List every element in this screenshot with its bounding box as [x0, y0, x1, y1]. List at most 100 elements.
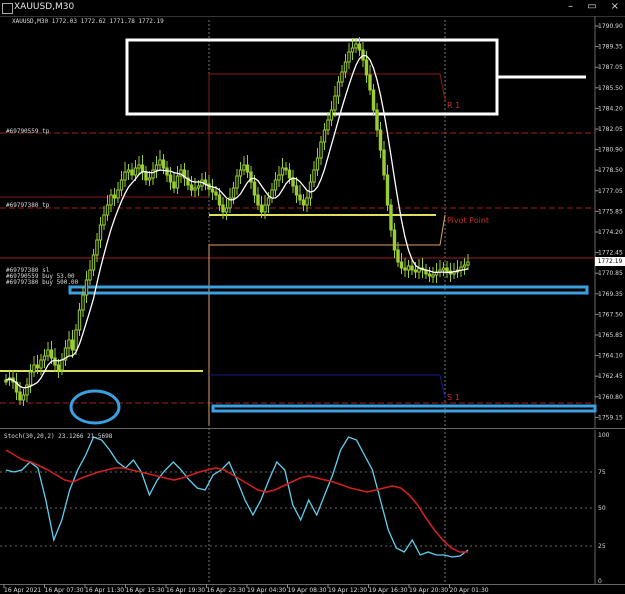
candle-body — [95, 239, 99, 256]
candle-body — [109, 194, 113, 206]
candles — [4, 37, 470, 406]
candle-body — [35, 364, 40, 369]
candle-body — [130, 169, 134, 176]
stoch-tick-label: 0 — [598, 578, 602, 585]
candle-body — [196, 185, 201, 189]
candle-body — [221, 204, 225, 213]
time-tick-label: 19 Apr 12:30 — [328, 587, 367, 594]
candle-body — [32, 364, 36, 373]
pivot-s1-label: S 1 — [447, 393, 460, 402]
candle-body — [385, 174, 390, 206]
candle-body — [263, 204, 267, 213]
candle-body — [112, 194, 117, 199]
candle-body — [49, 349, 54, 359]
candle-body — [343, 61, 348, 73]
pivot-point-label: Pivot Point — [447, 216, 490, 225]
stoch-tick-label: 75 — [598, 469, 606, 476]
price-tick-label: 1770.85 — [598, 270, 623, 277]
candle-body — [126, 169, 131, 173]
stoch-tick-label: 25 — [598, 543, 606, 550]
current-price-tag: 1772.19 — [595, 257, 625, 266]
candle-body — [154, 164, 159, 171]
price-tick-label: 1760.80 — [598, 394, 623, 401]
candle-body — [301, 199, 306, 206]
candle-body — [46, 349, 50, 357]
candle-body — [18, 391, 22, 401]
candle-body — [354, 43, 358, 49]
candle-body — [60, 359, 64, 371]
candle-body — [84, 279, 89, 296]
time-axis: 16 Apr 2021 16 Apr 07:30 16 Apr 11:30 16 Ap… — [3, 584, 489, 594]
time-tick-label: 20 Apr 01:30 — [450, 587, 489, 594]
candle-body — [39, 359, 43, 369]
candle-body — [98, 224, 103, 241]
candle-body — [210, 188, 215, 193]
time-tick-label: 16 Apr 19:30 — [166, 587, 205, 594]
candle-body — [133, 167, 138, 176]
order-tp-label: #69797380 tp — [6, 202, 50, 209]
candle-body — [259, 204, 264, 213]
price-tick-label: 1785.50 — [598, 85, 623, 92]
candle-body — [252, 181, 257, 196]
candle-body — [406, 265, 411, 271]
candle-body — [333, 95, 337, 111]
candle-body — [389, 204, 393, 231]
candle-body — [245, 164, 250, 173]
candle-body — [403, 267, 407, 271]
candle-body — [371, 89, 376, 111]
stoch-main-line — [5, 436, 469, 558]
candle-body — [175, 175, 180, 189]
candle-body — [56, 364, 61, 371]
candle-body — [382, 149, 386, 176]
candle-body — [123, 171, 127, 181]
candle-body — [193, 187, 197, 191]
candle-body — [214, 191, 218, 196]
candle-body — [161, 159, 166, 169]
candle-body — [340, 71, 344, 83]
candle-body — [392, 229, 397, 251]
order-label: #69797380 buy 500.00 — [6, 279, 79, 286]
price-tick-label: 1784.20 — [598, 105, 623, 112]
candle-body — [319, 141, 323, 159]
candle-body — [378, 129, 383, 151]
candle-body — [235, 175, 239, 189]
price-tick-label: 1767.50 — [598, 311, 623, 318]
candle-body — [441, 267, 446, 271]
candle-body — [140, 164, 145, 173]
price-tick-label: 1777.05 — [598, 188, 623, 195]
candle-body — [375, 109, 379, 131]
candle-body — [189, 184, 194, 191]
stoch-tick-label: 50 — [598, 505, 606, 512]
candle-body — [308, 181, 313, 199]
candle-body — [431, 274, 435, 278]
candle-body — [336, 81, 341, 97]
candle-body — [266, 197, 271, 206]
candle-body — [158, 159, 162, 166]
candle-body — [298, 194, 302, 201]
time-tick-label: 19 Apr 20:30 — [409, 587, 448, 594]
time-tick-label: 16 Apr 2021 — [4, 587, 41, 594]
candle-body — [413, 269, 418, 273]
time-tick-label: 19 Apr 08:30 — [288, 587, 327, 594]
candle-body — [224, 207, 229, 213]
candle-body — [91, 254, 96, 271]
candle-body — [144, 171, 148, 181]
time-tick-label: 19 Apr 16:30 — [369, 587, 408, 594]
time-tick-label: 16 Apr 23:30 — [207, 587, 246, 594]
candle-body — [273, 179, 278, 191]
candle-body — [217, 194, 222, 206]
candle-body — [280, 167, 285, 176]
candle-body — [231, 187, 236, 199]
candle-body — [28, 371, 33, 386]
candle-body — [350, 47, 355, 53]
candle-body — [277, 174, 281, 181]
price-tick-label: 1762.45 — [598, 373, 623, 380]
price-tick-label: 1787.05 — [598, 64, 623, 71]
main-chart[interactable]: 1790.90 1789.35 1787.05 1785.50 1784.20 1782.… — [0, 0, 625, 594]
candle-body — [466, 261, 470, 266]
candle-body — [151, 169, 155, 179]
candle-body — [368, 74, 372, 91]
time-tick-label: 16 Apr 07:30 — [45, 587, 84, 594]
candle-body — [242, 164, 246, 171]
candle-body — [399, 261, 404, 269]
